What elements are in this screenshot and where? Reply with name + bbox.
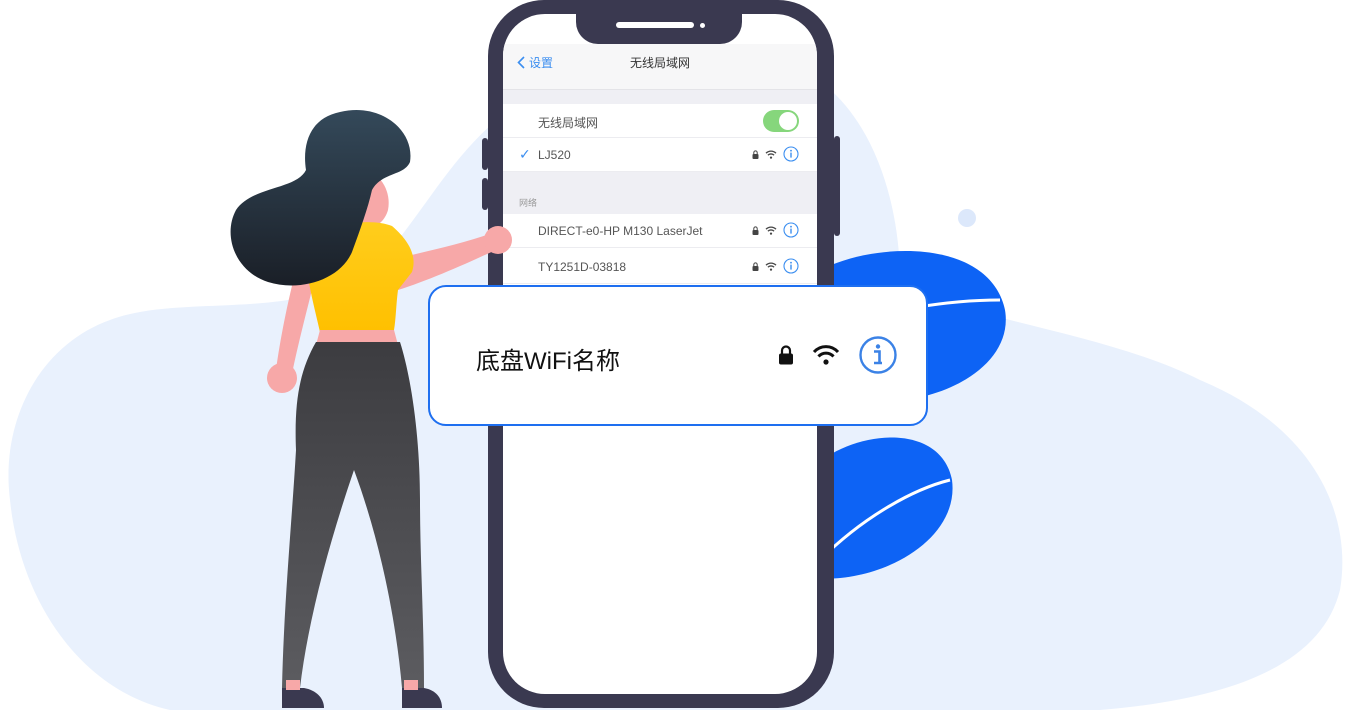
wifi-name-label: 底盘WiFi名称 [476, 348, 620, 375]
phone-side-button [834, 136, 840, 236]
callout-status-icons [778, 335, 898, 375]
nav-bar: 设置 无线局域网 [503, 44, 817, 90]
wifi-icon [765, 225, 777, 235]
wifi-icon [812, 345, 840, 365]
check-icon: ✓ [519, 146, 531, 162]
network-name: TY1251D-03818 [538, 260, 627, 274]
page-title: 无线局域网 [629, 56, 690, 70]
wifi-toggle-row: 无线局域网 [503, 104, 817, 138]
background-dot [958, 209, 976, 227]
connected-network-row[interactable]: ✓ LJ520 [503, 138, 817, 172]
info-icon[interactable] [783, 146, 799, 162]
wifi-toggle-switch[interactable] [763, 110, 799, 132]
connected-network-name: LJ520 [538, 148, 571, 162]
lock-icon [779, 345, 793, 365]
network-row[interactable]: DIRECT-e0-HP M130 LaserJet [503, 214, 817, 248]
network-status-icons [752, 258, 799, 274]
network-name: DIRECT-e0-HP M130 LaserJet [538, 224, 703, 238]
phone-volume-down [482, 178, 488, 210]
section-gap [503, 172, 817, 214]
info-icon[interactable] [783, 222, 799, 238]
networks-section-label: 网络 [519, 198, 538, 208]
phone-camera [700, 23, 705, 28]
phone-speaker [616, 22, 694, 28]
wifi-icon [765, 261, 777, 271]
wifi-icon [765, 149, 777, 159]
toggle-knob [779, 112, 797, 130]
section-gap [503, 90, 817, 104]
info-icon[interactable] [858, 335, 898, 375]
lock-icon [752, 225, 759, 235]
info-icon[interactable] [783, 258, 799, 274]
network-status-icons [752, 146, 799, 162]
phone-volume-up [482, 138, 488, 170]
network-status-icons [752, 222, 799, 238]
lock-icon [752, 261, 759, 271]
wifi-name-callout: 底盘WiFi名称 [428, 285, 928, 426]
network-row[interactable]: TY1251D-03818 [503, 250, 817, 284]
wifi-toggle-label: 无线局域网 [538, 116, 599, 130]
lock-icon [752, 149, 759, 159]
